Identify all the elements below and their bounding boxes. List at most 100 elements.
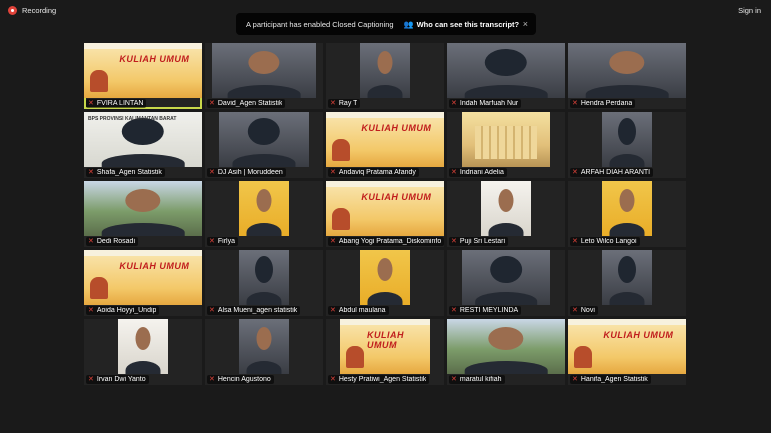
participant-video xyxy=(481,181,531,236)
participant-video: KULIAH UMUM xyxy=(326,112,444,167)
participant-video xyxy=(360,43,410,98)
participant-name-tag: ✕ Firlya xyxy=(207,237,238,246)
participant-name: Leto Wilco Langoi xyxy=(580,238,637,245)
poster-title: KULIAH UMUM xyxy=(361,192,432,202)
participant-video xyxy=(568,43,686,98)
participant-video xyxy=(239,319,289,374)
participant-name-tag: ✕ Dedi Rosadi xyxy=(86,237,139,246)
participant-tile[interactable]: ✕ Irvan Dwi Yanto xyxy=(84,319,202,385)
participant-name: Indah Marfuah Nur xyxy=(459,100,519,107)
participant-video xyxy=(462,250,550,305)
participant-video xyxy=(239,250,289,305)
poster-title: KULIAH UMUM xyxy=(119,261,190,271)
participant-name: Aoida Hoyyi_Undip xyxy=(96,307,157,314)
closed-caption-banner: A participant has enabled Closed Caption… xyxy=(236,13,536,35)
participant-tile[interactable]: KULIAH UMUM ✕ Andaviq Pratama Afandy xyxy=(326,112,444,178)
participant-name-tag: ✕ Abdul maulana xyxy=(328,306,389,315)
microphone-muted-icon: ✕ xyxy=(572,100,578,107)
participant-video xyxy=(239,181,289,236)
participant-tile[interactable]: ✕ Firlya xyxy=(205,181,323,247)
close-icon[interactable]: × xyxy=(523,19,528,29)
participant-name-tag: ✕ Novi xyxy=(570,306,598,315)
participant-name-tag: ✕ DJ Asih | Moruddeen xyxy=(207,168,286,177)
participant-name-tag: ✕ David_Agen Statistik xyxy=(207,99,286,108)
participant-name-tag: ✕ Andaviq Pratama Afandy xyxy=(328,168,419,177)
participant-name: Dedi Rosadi xyxy=(96,238,136,245)
participant-tile[interactable]: ✕ maratul kifiah xyxy=(447,319,565,385)
participant-name: ARFAH DIAH ARANTI xyxy=(580,169,651,176)
microphone-muted-icon: ✕ xyxy=(88,376,94,383)
participant-name-tag: ✕ ARFAH DIAH ARANTI xyxy=(570,168,654,177)
participant-name: David_Agen Statistik xyxy=(217,100,283,107)
participant-name-tag: ✕ FVIRA LINTAN xyxy=(86,99,147,108)
participant-tile[interactable]: ✕ Leto Wilco Langoi xyxy=(568,181,686,247)
participant-video: BPS PROVINSI KALIMANTAN BARAT xyxy=(84,112,202,167)
participant-name: Ray T xyxy=(338,100,358,107)
poster-title: KULIAH UMUM xyxy=(119,54,190,64)
participant-tile[interactable]: ✕ Alsa Mueni_agen statistik xyxy=(205,250,323,316)
participant-name: FVIRA LINTAN xyxy=(96,100,144,107)
participant-video xyxy=(462,112,550,167)
participant-name: Puji Sri Lestari xyxy=(459,238,506,245)
participant-tile[interactable]: ✕ Hendra Perdana xyxy=(568,43,686,109)
participant-tile[interactable]: BPS PROVINSI KALIMANTAN BARAT ✕ Shafa_Agen… xyxy=(84,112,202,178)
participant-name-tag: ✕ Hencin Agustono xyxy=(207,375,274,384)
participant-tile[interactable]: ✕ Dedi Rosadi xyxy=(84,181,202,247)
participant-tile[interactable]: KULIAH UMUM ✕ Hesty Pratiwi_Agen Statistik xyxy=(326,319,444,385)
people-icon: 👥 xyxy=(403,19,414,29)
participant-name: Hesty Pratiwi_Agen Statistik xyxy=(338,376,427,383)
participant-tile[interactable]: KULIAH UMUM ✕ Aoida Hoyyi_Undip xyxy=(84,250,202,316)
participant-video xyxy=(602,250,652,305)
participant-name-tag: ✕ Hesty Pratiwi_Agen Statistik xyxy=(328,375,430,384)
banner-message: A participant has enabled Closed Caption… xyxy=(246,19,394,29)
participant-video xyxy=(447,43,565,98)
participant-name: Shafa_Agen Statistik xyxy=(96,169,162,176)
participant-name-tag: ✕ Hendra Perdana xyxy=(570,99,636,108)
microphone-muted-icon: ✕ xyxy=(330,169,336,176)
microphone-muted-icon: ✕ xyxy=(88,238,94,245)
participant-name-tag: ✕ maratul kifiah xyxy=(449,375,505,384)
participant-name-tag: ✕ Ray T xyxy=(328,99,361,108)
microphone-muted-icon: ✕ xyxy=(330,238,336,245)
recording-dot-icon xyxy=(8,6,17,15)
participant-tile[interactable]: ✕ Indah Marfuah Nur xyxy=(447,43,565,109)
participant-tile[interactable]: KULIAH UMUM ✕ Hanifa_Agen Statistik xyxy=(568,319,686,385)
participant-video: KULIAH UMUM xyxy=(326,181,444,236)
participant-tile[interactable]: ✕ Hencin Agustono xyxy=(205,319,323,385)
participant-tile[interactable]: ✕ Ray T xyxy=(326,43,444,109)
participant-name: Alsa Mueni_agen statistik xyxy=(217,307,298,314)
participant-video: KULIAH UMUM xyxy=(568,319,686,374)
microphone-muted-icon: ✕ xyxy=(572,307,578,314)
participant-tile[interactable]: KULIAH UMUM ✕ Abang Yogi Pratama_Diskominf… xyxy=(326,181,444,247)
participant-name-tag: ✕ Hanifa_Agen Statistik xyxy=(570,375,651,384)
participant-tile[interactable]: ✕ DJ Asih | Moruddeen xyxy=(205,112,323,178)
participant-video xyxy=(360,250,410,305)
microphone-muted-icon: ✕ xyxy=(451,307,457,314)
microphone-muted-icon: ✕ xyxy=(451,238,457,245)
sign-in-button[interactable]: Sign in xyxy=(738,6,761,15)
participant-video xyxy=(447,319,565,374)
microphone-muted-icon: ✕ xyxy=(572,238,578,245)
participant-tile[interactable]: ✕ Abdul maulana xyxy=(326,250,444,316)
participant-name: Abdul maulana xyxy=(338,307,386,314)
transcript-link-label: Who can see this transcript? xyxy=(416,19,520,29)
participant-tile[interactable]: ✕ Indriani Adelia xyxy=(447,112,565,178)
participant-name: Firlya xyxy=(217,238,235,245)
participant-tile[interactable]: ✕ Puji Sri Lestari xyxy=(447,181,565,247)
participant-video: KULIAH UMUM xyxy=(84,43,202,98)
participant-name-tag: ✕ Abang Yogi Pratama_Diskominfo xyxy=(328,237,444,246)
participant-tile[interactable]: KULIAH UMUM ✕ FVIRA LINTAN xyxy=(84,43,202,109)
microphone-muted-icon: ✕ xyxy=(88,169,94,176)
participant-tile[interactable]: ✕ ARFAH DIAH ARANTI xyxy=(568,112,686,178)
participant-tile[interactable]: ✕ RESTI MEYLINDA xyxy=(447,250,565,316)
participant-tile[interactable]: ✕ David_Agen Statistik xyxy=(205,43,323,109)
transcript-visibility-link[interactable]: 👥 Who can see this transcript? xyxy=(404,20,520,29)
participant-tile[interactable]: ✕ Novi xyxy=(568,250,686,316)
microphone-muted-icon: ✕ xyxy=(451,376,457,383)
microphone-muted-icon: ✕ xyxy=(209,100,215,107)
participant-name-tag: ✕ Irvan Dwi Yanto xyxy=(86,375,149,384)
poster-title: KULIAH UMUM xyxy=(603,330,674,340)
participant-name: Irvan Dwi Yanto xyxy=(96,376,146,383)
participant-name-tag: ✕ Shafa_Agen Statistik xyxy=(86,168,165,177)
participant-name-tag: ✕ RESTI MEYLINDA xyxy=(449,306,522,315)
